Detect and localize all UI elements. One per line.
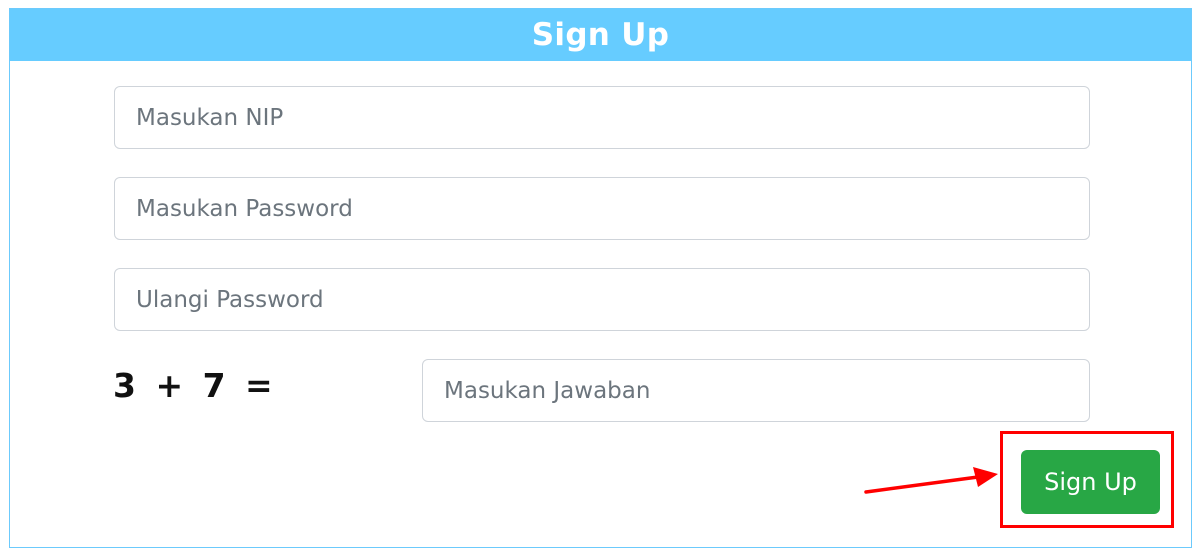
nip-input[interactable] (114, 86, 1090, 149)
panel-header: Sign Up (10, 9, 1191, 61)
repeat-password-input[interactable] (114, 268, 1090, 331)
password-input[interactable] (114, 177, 1090, 240)
page-title: Sign Up (531, 17, 670, 53)
sign-up-button[interactable]: Sign Up (1021, 450, 1160, 514)
captcha-question: 3 + 7 = (113, 366, 274, 405)
captcha-answer-input[interactable] (422, 359, 1090, 422)
